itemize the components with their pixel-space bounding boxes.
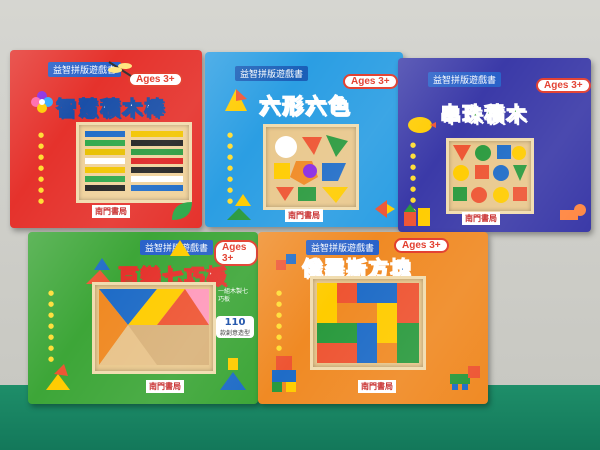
- book-bead-blocks[interactable]: 益智拼版遊戲書 Ages 3+ 串珠積木 南門書局: [398, 58, 591, 232]
- tangram-person-icon: [220, 358, 246, 390]
- block-dog-icon: [450, 366, 480, 390]
- note-text: 一組木製七巧板: [218, 288, 249, 303]
- description-text: [538, 143, 582, 151]
- building-icon: [404, 204, 430, 226]
- publisher-logo: 南門書局: [146, 380, 184, 393]
- block-bird-icon: [276, 254, 296, 270]
- tetris-pieces: [317, 283, 419, 363]
- tangram-swan-icon: [46, 364, 70, 390]
- stick-tray: [76, 122, 192, 203]
- book-title: 智慧積木棒: [56, 96, 166, 121]
- dragonfly-icon: [108, 61, 132, 77]
- ages-badge: Ages 3+: [343, 74, 398, 89]
- tetris-tray: [310, 276, 426, 370]
- count-number: 110: [224, 317, 246, 328]
- count-badge: 110 款創意造型: [216, 316, 254, 338]
- description-text: [357, 132, 395, 140]
- ages-badge: Ages 3+: [128, 72, 183, 87]
- book-title: 六形六色: [259, 94, 351, 119]
- book-tetris[interactable]: 益智拼版遊戲書 Ages 3+ 俄羅斯方塊 南門書局: [258, 232, 488, 404]
- flower-icon: [31, 91, 53, 113]
- publisher-logo: 南門書局: [462, 212, 500, 225]
- publisher-logo: 南門書局: [358, 380, 396, 393]
- bead-tray: [446, 138, 534, 214]
- book-title: 串珠積木: [440, 102, 528, 127]
- book-smart-blocks[interactable]: 益智拼版遊戲書 Ages 3+ 智慧積木棒 ● ● ● ● ● ● ● 南門書局: [10, 50, 202, 228]
- tangram-figure-icon: [227, 194, 251, 220]
- dog-icon: [560, 204, 586, 220]
- tangram-tray: [92, 282, 216, 374]
- publisher-logo: 南門書局: [285, 209, 323, 222]
- book-six-shapes-six-colors[interactable]: 益智拼版遊戲書 Ages 3+ 六形六色 南門書局: [205, 52, 403, 227]
- feature-list: [48, 288, 59, 365]
- count-caption: 款創意造型: [219, 330, 250, 337]
- fish-icon: [375, 200, 395, 218]
- block-robot-icon: [272, 356, 296, 392]
- wooden-beads: [453, 145, 527, 203]
- colored-sticks: [85, 131, 183, 191]
- bird-icon: [408, 117, 436, 133]
- description-text: [428, 286, 480, 294]
- ages-badge: Ages 3+: [394, 238, 449, 253]
- leaf-icon: [172, 202, 192, 220]
- series-label: 益智拼版遊戲書: [428, 72, 502, 87]
- bird-shapes-icon: [225, 89, 247, 111]
- publisher-logo: 南門書局: [92, 205, 130, 218]
- wooden-shapes: [274, 135, 348, 203]
- book-tangram[interactable]: 益智拼版遊戲書 Ages 3+ 百變七巧板 一組木製七巧板 110 款創意造型 …: [28, 232, 258, 404]
- series-label: 益智拼版遊戲書: [235, 66, 309, 81]
- feature-list: [38, 130, 49, 207]
- tangram-pieces: [99, 289, 209, 365]
- tangram-bird-icon: [170, 240, 190, 256]
- shape-tray: [263, 124, 359, 210]
- ages-badge: Ages 3+: [536, 78, 591, 93]
